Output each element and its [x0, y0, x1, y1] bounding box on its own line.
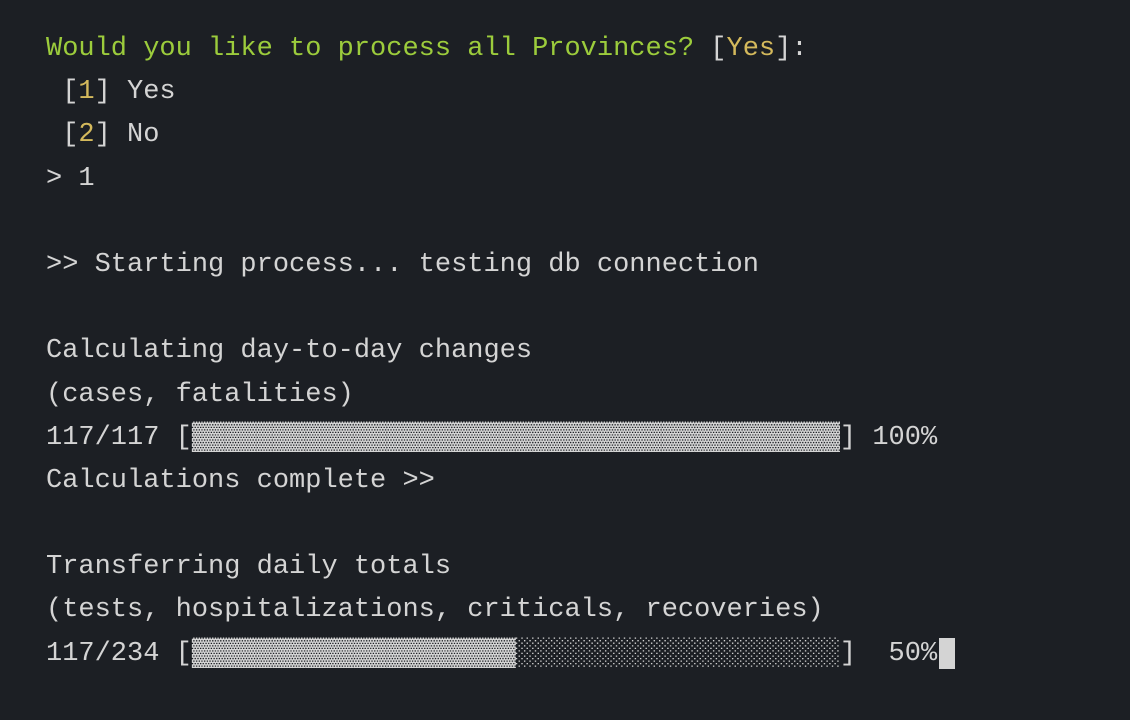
blank-line	[46, 287, 1084, 330]
task2-subtitle: (tests, hospitalizations, criticals, rec…	[46, 589, 1084, 632]
progress-count: 117/234	[46, 639, 176, 669]
option-prefix: [	[46, 120, 78, 150]
task1-subtitle: (cases, fatalities)	[46, 374, 1084, 417]
option-suffix: ]	[95, 120, 127, 150]
option-prefix: [	[46, 77, 78, 107]
bracket-close: ]	[775, 34, 791, 64]
input-value: 1	[78, 164, 94, 194]
option-number: 1	[78, 77, 94, 107]
bracket-open: [	[694, 34, 726, 64]
prompt-default: Yes	[727, 34, 776, 64]
task1-complete: Calculations complete >>	[46, 460, 1084, 503]
task1-progress: 117/117 [▓▓▓▓▓▓▓▓▓▓▓▓▓▓▓▓▓▓▓▓▓▓▓▓▓▓▓▓▓▓▓…	[46, 417, 1084, 460]
option-label: No	[127, 120, 159, 150]
input-prompt-symbol: >	[46, 164, 78, 194]
option-line-1: [1] Yes	[46, 71, 1084, 114]
progress-count: 117/117	[46, 423, 176, 453]
cursor-icon	[939, 638, 955, 669]
option-suffix: ]	[95, 77, 127, 107]
status-starting: >> Starting process... testing db connec…	[46, 244, 1084, 287]
progress-bar: [▓▓▓▓▓▓▓▓▓▓▓▓▓▓▓▓▓▓▓▓░░░░░░░░░░░░░░░░░░░…	[176, 639, 938, 669]
option-label: Yes	[127, 77, 176, 107]
prompt-colon: :	[791, 34, 807, 64]
prompt-line: Would you like to process all Provinces?…	[46, 28, 1084, 71]
option-line-2: [2] No	[46, 114, 1084, 157]
input-line[interactable]: > 1	[46, 158, 1084, 201]
task1-title: Calculating day-to-day changes	[46, 330, 1084, 373]
option-number: 2	[78, 120, 94, 150]
progress-bar: [▓▓▓▓▓▓▓▓▓▓▓▓▓▓▓▓▓▓▓▓▓▓▓▓▓▓▓▓▓▓▓▓▓▓▓▓▓▓▓…	[176, 423, 938, 453]
blank-line	[46, 503, 1084, 546]
terminal-output: Would you like to process all Provinces?…	[46, 28, 1084, 676]
blank-line	[46, 201, 1084, 244]
task2-title: Transferring daily totals	[46, 546, 1084, 589]
task2-progress: 117/234 [▓▓▓▓▓▓▓▓▓▓▓▓▓▓▓▓▓▓▓▓░░░░░░░░░░░…	[46, 633, 1084, 676]
prompt-question: Would you like to process all Provinces?	[46, 34, 694, 64]
